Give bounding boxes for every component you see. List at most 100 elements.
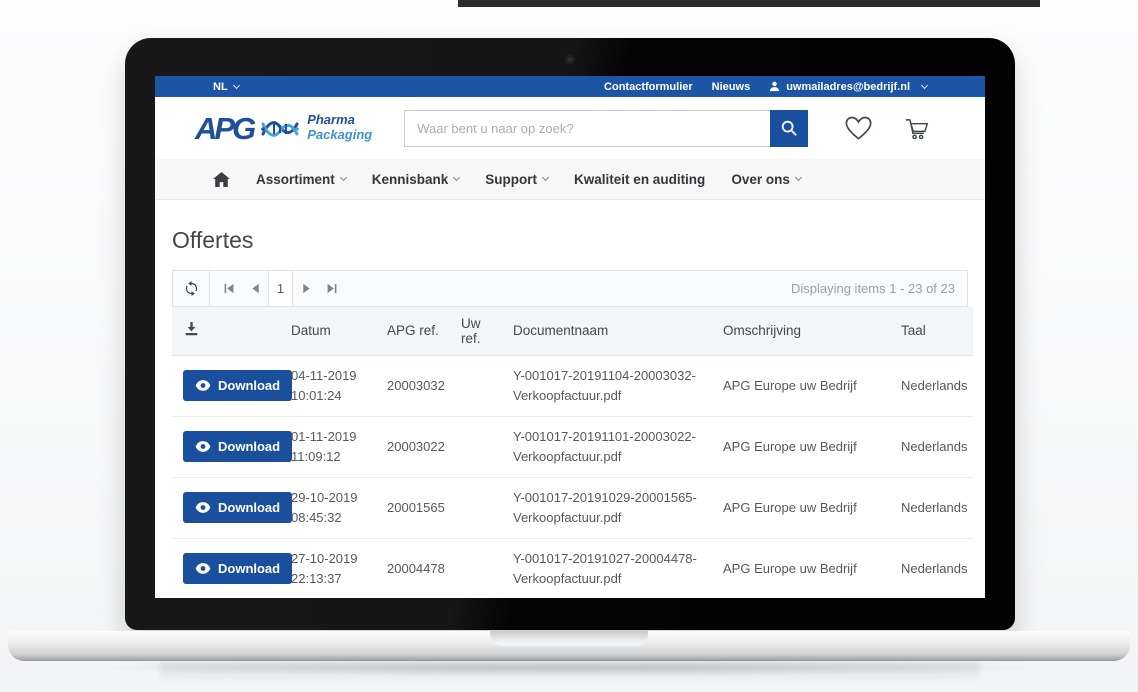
pager-next-icon (301, 283, 312, 294)
download-button[interactable]: Download (183, 431, 292, 462)
nav-label: Assortiment (256, 172, 335, 187)
chevron-down-icon (542, 174, 549, 181)
search-button[interactable] (770, 110, 808, 147)
user-account-menu[interactable]: uwmailadres@bedrijf.nl (769, 81, 927, 93)
pager-prev-button[interactable] (242, 271, 268, 306)
col-header-documentnaam: Documentnaam (507, 307, 717, 355)
doc-apg-ref: 20003032 (381, 355, 455, 416)
wishlist-button[interactable] (845, 116, 872, 141)
doc-apg-ref: 20001565 (381, 477, 455, 538)
pager-last-icon (326, 283, 338, 294)
laptop-notch (490, 631, 648, 646)
doc-description: APG Europe uw Bedrijf (717, 416, 895, 477)
table-header-row: Datum APG ref. Uw ref. Documentnaam Omsc… (172, 307, 973, 355)
webcam-icon (567, 56, 574, 63)
download-button[interactable]: Download (183, 492, 292, 523)
doc-language: Nederlands (895, 538, 973, 598)
doc-time: 08:45:32 (291, 508, 375, 528)
mockup-photo-edge (458, 0, 1040, 7)
pager-prev-icon (250, 283, 261, 294)
nav-label: Kwaliteit en auditing (574, 172, 705, 187)
doc-date: 29-10-2019 (291, 488, 375, 508)
doc-date: 04-11-2019 (291, 366, 375, 386)
doc-name: Y-001017-20191027-20004478-Verkoopfactuu… (507, 538, 717, 598)
laptop-reflection (160, 663, 980, 689)
download-label: Download (218, 561, 280, 576)
site-header: APG Pharma Packaging (155, 97, 985, 159)
laptop-screen: NL Contactformulier Nieuws uwmailadres@b… (155, 76, 985, 598)
chevron-down-icon (340, 174, 347, 181)
eye-icon (195, 502, 211, 513)
doc-description: APG Europe uw Bedrijf (717, 538, 895, 598)
heart-icon (845, 116, 872, 141)
download-label: Download (218, 500, 280, 515)
download-button[interactable]: Download (183, 553, 292, 584)
doc-uw-ref (455, 477, 507, 538)
refresh-button[interactable] (173, 271, 210, 306)
documents-table: Datum APG ref. Uw ref. Documentnaam Omsc… (172, 307, 973, 598)
refresh-icon (184, 281, 199, 296)
dna-helix-icon (260, 113, 300, 143)
doc-language: Nederlands (895, 355, 973, 416)
cart-button[interactable] (904, 117, 929, 140)
pager-last-button[interactable] (319, 271, 345, 306)
nav-item-kwaliteit-en-auditing[interactable]: Kwaliteit en auditing (574, 172, 705, 187)
doc-name: Y-001017-20191029-20001565-Verkoopfactuu… (507, 477, 717, 538)
download-label: Download (218, 439, 280, 454)
doc-language: Nederlands (895, 477, 973, 538)
doc-time: 11:09:12 (291, 447, 375, 467)
language-selector[interactable]: NL (213, 81, 239, 93)
col-header-apg-ref: APG ref. (381, 307, 455, 355)
topbar-link-contactformulier[interactable]: Contactformulier (604, 81, 693, 93)
logo[interactable]: APG Pharma Packaging (195, 113, 372, 144)
logo-pharma-text: Pharma (307, 113, 372, 128)
col-header-omschrijving: Omschrijving (717, 307, 895, 355)
nav-item-assortiment[interactable]: Assortiment (256, 172, 346, 187)
nav-label: Support (485, 172, 537, 187)
table-row: Download 01-11-201911:09:12 20003022 Y-0… (172, 416, 973, 477)
grid-toolbar: 1 Displaying items 1 - 23 of 23 (172, 270, 968, 307)
doc-uw-ref (455, 355, 507, 416)
doc-name: Y-001017-20191101-20003022-Verkoopfactuu… (507, 416, 717, 477)
eye-icon (195, 563, 211, 574)
search-bar (404, 110, 808, 147)
doc-apg-ref: 20004478 (381, 538, 455, 598)
table-row: Download 04-11-201910:01:24 20003032 Y-0… (172, 355, 973, 416)
download-column-icon (184, 322, 199, 337)
doc-date: 01-11-2019 (291, 427, 375, 447)
table-row: Download 27-10-201922:13:37 20004478 Y-0… (172, 538, 973, 598)
search-input[interactable] (404, 110, 770, 147)
home-icon (213, 172, 230, 187)
pager-first-button[interactable] (216, 271, 242, 306)
doc-uw-ref (455, 416, 507, 477)
doc-name: Y-001017-20191104-20003032-Verkoopfactuu… (507, 355, 717, 416)
pager-next-button[interactable] (293, 271, 319, 306)
nav-item-kennisbank[interactable]: Kennisbank (372, 172, 460, 187)
eye-icon (195, 441, 211, 452)
utility-topbar: NL Contactformulier Nieuws uwmailadres@b… (155, 76, 985, 97)
col-header-taal: Taal (895, 307, 973, 355)
table-row: Download 29-10-201908:45:32 20001565 Y-0… (172, 477, 973, 538)
pager-current-page[interactable]: 1 (268, 271, 293, 306)
topbar-link-nieuws[interactable]: Nieuws (712, 81, 751, 93)
doc-language: Nederlands (895, 416, 973, 477)
page-title: Offertes (172, 227, 968, 254)
col-header-datum: Datum (285, 307, 381, 355)
main-nav: Assortiment Kennisbank Support Kwaliteit… (155, 159, 985, 200)
download-label: Download (218, 378, 280, 393)
user-email: uwmailadres@bedrijf.nl (786, 81, 910, 93)
chevron-down-icon (453, 174, 460, 181)
nav-item-support[interactable]: Support (485, 172, 548, 187)
nav-label: Over ons (731, 172, 790, 187)
user-icon (769, 81, 780, 92)
nav-item-home[interactable] (213, 172, 230, 187)
logo-apg-text: APG (195, 113, 253, 144)
cart-icon (904, 117, 929, 140)
chevron-down-icon (921, 81, 928, 88)
col-header-uw-ref: Uw ref. (455, 307, 507, 355)
download-button[interactable]: Download (183, 370, 292, 401)
language-label: NL (213, 81, 228, 93)
nav-item-over-ons[interactable]: Over ons (731, 172, 801, 187)
laptop-base (8, 631, 1130, 661)
pager: 1 (216, 271, 345, 306)
